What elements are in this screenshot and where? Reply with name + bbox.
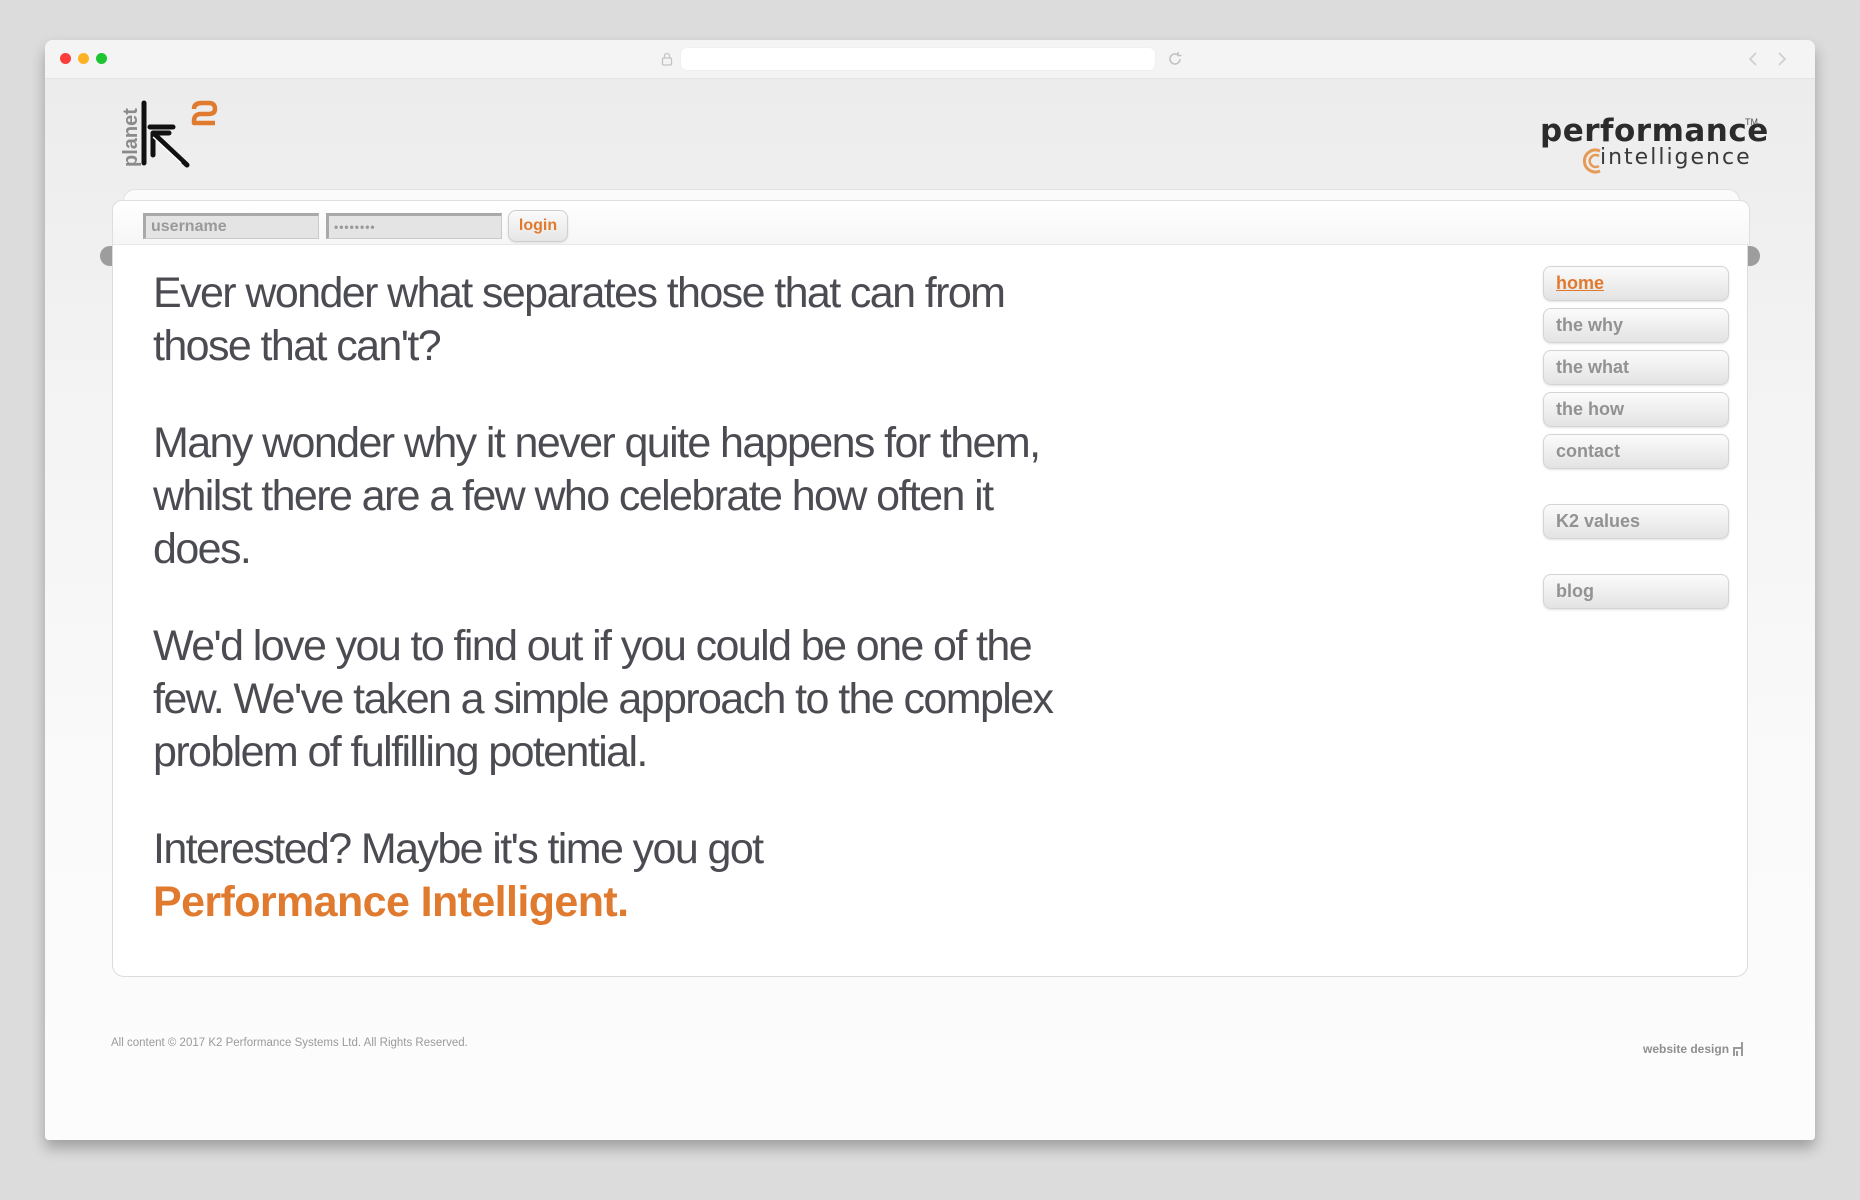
content-card: Ever wonder what separates those that ca…	[112, 244, 1748, 977]
back-icon[interactable]	[1745, 49, 1761, 69]
nav-home[interactable]: home	[1543, 266, 1729, 301]
trademark-mark: TM	[1745, 117, 1758, 127]
zoom-window-button[interactable]	[96, 53, 107, 64]
lock-icon	[661, 51, 675, 67]
login-bar: login	[112, 200, 1750, 245]
nav-the-what[interactable]: the what	[1543, 350, 1729, 385]
nav-the-why[interactable]: the why	[1543, 308, 1729, 343]
wonder-paragraph: Many wonder why it never quite happens f…	[153, 419, 1041, 573]
forward-icon[interactable]	[1774, 49, 1790, 69]
main-copy: Ever wonder what separates those that ca…	[153, 267, 1054, 929]
intro-paragraph: Ever wonder what separates those that ca…	[153, 269, 1006, 370]
planet-k2-logo[interactable]: planet	[117, 97, 227, 177]
close-window-button[interactable]	[60, 53, 71, 64]
logo-word-planet: planet	[120, 108, 142, 167]
cta-text: Interested? Maybe it's time you got	[153, 825, 764, 873]
address-bar[interactable]	[681, 48, 1155, 70]
ribbon-fold-right	[1748, 246, 1760, 266]
web-page: planet performance TM intelligence login	[45, 79, 1815, 1140]
nav-contact[interactable]: contact	[1543, 434, 1729, 469]
minimize-window-button[interactable]	[78, 53, 89, 64]
nav-the-how[interactable]: the how	[1543, 392, 1729, 427]
login-button[interactable]: login	[508, 210, 568, 242]
designer-logo-icon	[1733, 1041, 1745, 1057]
cta-paragraph: Interested? Maybe it's time you got Perf…	[153, 823, 1053, 929]
logo-word-performance: performance	[1540, 113, 1769, 149]
browser-titlebar	[45, 40, 1815, 79]
browser-window: planet performance TM intelligence login	[45, 40, 1815, 1140]
reload-icon[interactable]	[1166, 50, 1184, 68]
performance-intelligence-logo[interactable]: performance TM intelligence	[1540, 113, 1770, 183]
username-input[interactable]	[143, 213, 319, 239]
cta-accent-text: Performance Intelligent.	[153, 878, 629, 926]
credit-text: website design	[1643, 1042, 1730, 1056]
nav-blog[interactable]: blog	[1543, 574, 1729, 609]
logo-word-intelligence: intelligence	[1600, 145, 1752, 170]
copyright-text: All content © 2017 K2 Performance System…	[111, 1037, 468, 1049]
ribbon-fold-left	[100, 246, 112, 266]
password-input[interactable]	[326, 213, 502, 239]
website-design-credit[interactable]: website design	[1643, 1041, 1745, 1057]
approach-paragraph: We'd love you to find out if you could b…	[153, 622, 1054, 776]
nav-k2-values[interactable]: K2 values	[1543, 504, 1729, 539]
